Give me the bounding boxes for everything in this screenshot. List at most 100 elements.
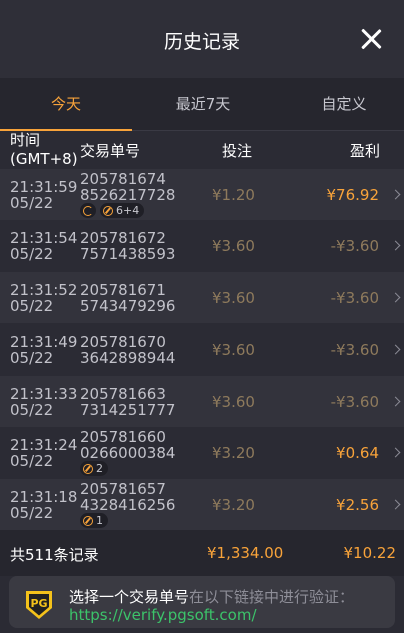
column-bet: 投注	[222, 142, 253, 160]
verify-banner: PG 选择一个交易单号在以下链接中进行验证： https://verify.pg…	[9, 576, 395, 628]
row-date-value: 05/22	[10, 297, 54, 315]
verify-instruction: 在以下链接中进行验证：	[189, 588, 355, 606]
row-bet: ¥3.60	[212, 341, 255, 359]
row-order-part2: 4328416256	[80, 496, 176, 514]
table-row[interactable]: 21:31:49 05/22 205781670 3642898944 ¥3.6…	[0, 324, 404, 375]
column-time: 时间 (GMT+8)	[10, 131, 80, 169]
row-badge-count: 2	[96, 462, 103, 475]
row-profit: -¥3.60	[330, 237, 379, 255]
table-row[interactable]: 21:31:24 05/22 205781660 0266000384 ¥3.2…	[0, 427, 404, 478]
verify-text: 选择一个交易单号在以下链接中进行验证： https://verify.pgsof…	[69, 588, 389, 624]
table-row[interactable]: 21:31:59 05/22 205781674 8526217728 ¥1.2…	[0, 169, 404, 220]
row-time: 21:31:49 05/22	[10, 334, 77, 366]
row-profit: ¥76.92	[326, 186, 380, 204]
total-profit: ¥10.22	[343, 544, 397, 562]
row-badge: 6+4	[100, 203, 145, 218]
row-profit: ¥2.56	[336, 496, 379, 514]
row-badges: 1	[80, 513, 108, 528]
tab-custom[interactable]: 自定义	[278, 78, 404, 130]
row-badge	[80, 203, 96, 218]
close-icon[interactable]	[360, 28, 382, 50]
row-order-part1: 205781672	[80, 229, 166, 247]
free-spin-icon	[103, 205, 113, 216]
row-bet: ¥1.20	[212, 186, 255, 204]
tab-today[interactable]: 今天	[0, 78, 132, 131]
row-bet: ¥3.60	[212, 289, 255, 307]
row-time-value: 21:31:24	[10, 436, 78, 454]
chevron-right-icon	[390, 499, 401, 510]
chevron-right-icon	[390, 447, 401, 458]
chevron-right-icon	[390, 396, 401, 407]
table-row[interactable]: 21:31:18 05/22 205781657 4328416256 ¥3.2…	[0, 479, 404, 530]
row-order-part1: 205781671	[80, 281, 166, 299]
summary-footer: 共511条记录 ¥1,334.00 ¥10.22	[0, 530, 404, 576]
tab-last-7-days[interactable]: 最近7天	[137, 78, 269, 130]
total-records: 共511条记录	[10, 546, 99, 564]
row-time: 21:31:59 05/22	[10, 179, 77, 211]
row-profit: -¥3.60	[330, 341, 379, 359]
row-order: 205781657 4328416256	[80, 481, 175, 513]
row-time-value: 21:31:52	[10, 281, 78, 299]
row-order-part1: 205781663	[80, 385, 166, 403]
row-profit: -¥3.60	[330, 393, 379, 411]
row-order-part2: 5743479296	[80, 297, 176, 315]
row-date-value: 05/22	[10, 349, 54, 367]
table-row[interactable]: 21:31:33 05/22 205781663 7314251777 ¥3.6…	[0, 376, 404, 427]
row-date-value: 05/22	[10, 194, 54, 212]
chevron-right-icon	[390, 240, 401, 251]
page-title: 历史记录	[163, 31, 240, 53]
chevron-right-icon	[390, 189, 401, 200]
row-order-part2: 7571438593	[80, 245, 176, 263]
row-order: 205781671 5743479296	[80, 282, 175, 314]
row-badges: 2	[80, 461, 108, 476]
row-time: 21:31:24 05/22	[10, 437, 77, 469]
table-row[interactable]: 21:31:54 05/22 205781672 7571438593 ¥3.6…	[0, 220, 404, 271]
verify-link[interactable]: https://verify.pgsoft.com/	[69, 606, 257, 624]
row-bet: ¥3.60	[212, 393, 255, 411]
total-bet: ¥1,334.00	[207, 544, 284, 562]
chevron-right-icon	[390, 344, 401, 355]
column-time-label: 时间	[10, 131, 41, 149]
row-order-part1: 205781657	[80, 480, 166, 498]
pg-logo-icon: PG	[26, 591, 52, 619]
free-spin-icon	[83, 515, 93, 526]
row-profit: ¥0.64	[336, 444, 379, 462]
row-order: 205781674 8526217728	[80, 171, 175, 203]
row-bet: ¥3.20	[212, 444, 255, 462]
row-order: 205781670 3642898944	[80, 334, 175, 366]
table-header: 时间 (GMT+8) 交易单号 投注 盈利	[0, 131, 404, 169]
row-bet: ¥3.20	[212, 496, 255, 514]
row-order-part2: 0266000384	[80, 444, 176, 462]
row-time: 21:31:54 05/22	[10, 230, 77, 262]
row-time: 21:31:18 05/22	[10, 489, 77, 521]
row-order-part1: 205781674	[80, 170, 166, 188]
row-order-part1: 205781660	[80, 428, 166, 446]
spin-icon	[83, 205, 93, 216]
tab-bar: 今天 最近7天 自定义	[0, 78, 404, 131]
row-badge-count: 1	[96, 514, 103, 527]
row-profit: -¥3.60	[330, 289, 379, 307]
row-order-part2: 8526217728	[80, 186, 176, 204]
row-time-value: 21:31:49	[10, 333, 78, 351]
row-badge: 2	[80, 461, 108, 476]
row-order: 205781660 0266000384	[80, 429, 175, 461]
table-row[interactable]: 21:31:52 05/22 205781671 5743479296 ¥3.6…	[0, 272, 404, 323]
svg-text:PG: PG	[30, 597, 47, 610]
chevron-right-icon	[390, 292, 401, 303]
row-time-value: 21:31:54	[10, 229, 78, 247]
row-badge: 1	[80, 513, 108, 528]
row-time-value: 21:31:33	[10, 385, 78, 403]
column-profit: 盈利	[349, 142, 380, 160]
row-order: 205781672 7571438593	[80, 230, 175, 262]
row-bet: ¥3.60	[212, 237, 255, 255]
row-date-value: 05/22	[10, 401, 54, 419]
row-badge-count: 6+4	[116, 204, 140, 217]
row-order: 205781663 7314251777	[80, 386, 175, 418]
row-date-value: 05/22	[10, 245, 54, 263]
row-date-value: 05/22	[10, 504, 54, 522]
row-time: 21:31:52 05/22	[10, 282, 77, 314]
row-time-value: 21:31:59	[10, 178, 78, 196]
row-order-part2: 3642898944	[80, 349, 176, 367]
row-order-part2: 7314251777	[80, 401, 176, 419]
row-time-value: 21:31:18	[10, 488, 78, 506]
